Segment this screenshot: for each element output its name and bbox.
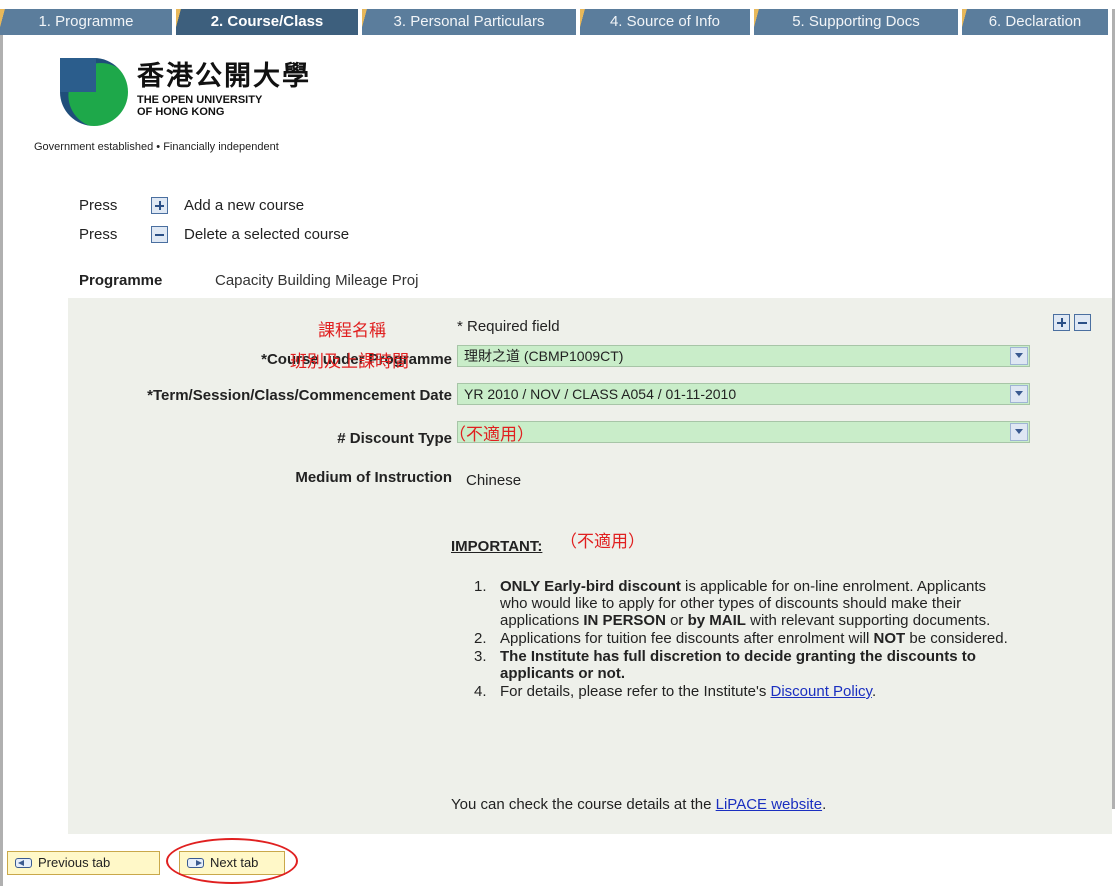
instruction-delete-row: Press Delete a selected course — [79, 223, 349, 245]
tab-label: 5. Supporting Docs — [792, 13, 920, 30]
tab-bar: 1. Programme 2. Course/Class 3. Personal… — [0, 0, 1115, 35]
minus-icon — [151, 225, 168, 243]
medium-label: Medium of Instruction — [295, 469, 452, 486]
rule-number: 3. — [474, 648, 487, 665]
rule-text-bold: by MAIL — [687, 612, 746, 629]
delete-course-instruction: Delete a selected course — [184, 225, 350, 243]
rule-text: or — [665, 612, 688, 629]
rule-text-bold: IN PERSON — [583, 612, 666, 629]
rule-text: . — [871, 683, 877, 700]
list-item: 4. For details, please refer to the Inst… — [474, 683, 1014, 700]
annotation-discount-na: （不適用） — [449, 425, 534, 445]
university-name-line-2: OF HONG KONG — [137, 106, 225, 118]
plus-icon — [151, 196, 168, 214]
tab-course-class[interactable]: 2. Course/Class — [176, 9, 362, 35]
annotation-class-time: 班別及上課時間 — [290, 352, 409, 372]
tab-personal-particulars[interactable]: 3. Personal Particulars — [362, 9, 580, 35]
tab-programme[interactable]: 1. Programme — [0, 9, 176, 35]
chevron-down-icon[interactable] — [1010, 347, 1028, 365]
tab-label: 4. Source of Info — [609, 13, 721, 30]
annotation-important-na: （不適用） — [560, 532, 645, 552]
rule-text: For details, please refer to the Institu… — [500, 683, 771, 700]
programme-value: Capacity Building Mileage Proj — [215, 272, 419, 289]
rule-number: 2. — [474, 630, 487, 647]
rule-text-bold: NOT — [873, 630, 906, 647]
tab-source-of-info[interactable]: 4. Source of Info — [580, 9, 754, 35]
university-tagline: Government established • Financially ind… — [34, 141, 279, 153]
university-name-chinese: 香港公開大學 — [137, 61, 311, 92]
delete-course-button[interactable] — [1074, 314, 1091, 331]
arrow-right-icon — [187, 858, 204, 868]
list-item: 1. ONLY Early-bird discount is applicabl… — [474, 578, 1014, 629]
add-course-button[interactable] — [1053, 314, 1070, 331]
university-name-english: THE OPEN UNIVERSITY OF HONG KONG — [137, 94, 262, 118]
course-select[interactable]: 理財之道 (CBMP1009CT) — [457, 345, 1030, 367]
rule-text-bold: ONLY Early-bird discount — [500, 578, 681, 595]
next-tab-label: Next tab — [210, 855, 259, 870]
frame-border-left — [0, 35, 3, 886]
term-select[interactable]: YR 2010 / NOV / CLASS A054 / 01-11-2010 — [457, 383, 1030, 405]
rule-number: 4. — [474, 683, 487, 700]
course-details-text: You can check the course details at the — [451, 796, 716, 813]
important-heading: IMPORTANT: — [451, 538, 543, 555]
arrow-left-icon — [15, 858, 32, 868]
term-label: *Term/Session/Class/Commencement Date — [147, 387, 452, 404]
press-label: Press — [79, 225, 118, 243]
previous-tab-label: Previous tab — [38, 855, 111, 870]
tab-label: 1. Programme — [38, 13, 134, 30]
next-tab-button[interactable]: Next tab — [179, 851, 285, 875]
tab-label: 2. Course/Class — [210, 13, 324, 30]
rule-text: Applications for tuition fee discounts a… — [500, 630, 874, 647]
discount-policy-link[interactable]: Discount Policy — [771, 683, 872, 700]
add-course-instruction: Add a new course — [184, 196, 305, 214]
discount-type-select[interactable] — [457, 421, 1030, 443]
chevron-down-icon[interactable] — [1010, 385, 1028, 403]
instruction-add-row: Press Add a new course — [79, 194, 304, 216]
rule-number: 1. — [474, 578, 487, 595]
required-field-note: * Required field — [457, 318, 560, 335]
chevron-down-icon[interactable] — [1010, 423, 1028, 441]
programme-label: Programme — [79, 272, 163, 289]
discount-type-label: # Discount Type — [337, 430, 452, 447]
university-name-line-1: THE OPEN UNIVERSITY — [137, 94, 263, 106]
rule-text-bold: The Institute has full discretion to dec… — [500, 648, 976, 682]
rule-text: be considered. — [905, 630, 1008, 647]
university-logo-square — [60, 58, 96, 92]
list-item: 3. The Institute has full discretion to … — [474, 648, 1014, 682]
tab-label: 3. Personal Particulars — [393, 13, 545, 30]
course-details-note: You can check the course details at the … — [451, 796, 826, 813]
press-label: Press — [79, 196, 118, 214]
list-item: 2. Applications for tuition fee discount… — [474, 630, 1014, 647]
annotation-course-name: 課程名稱 — [318, 321, 386, 341]
lipace-website-link[interactable]: LiPACE website — [716, 796, 822, 813]
course-select-value: 理財之道 (CBMP1009CT) — [464, 348, 624, 364]
important-rules-list: 1. ONLY Early-bird discount is applicabl… — [474, 578, 1014, 701]
tab-supporting-docs[interactable]: 5. Supporting Docs — [754, 9, 962, 35]
previous-tab-button[interactable]: Previous tab — [7, 851, 160, 875]
tab-declaration[interactable]: 6. Declaration — [962, 9, 1112, 35]
term-select-value: YR 2010 / NOV / CLASS A054 / 01-11-2010 — [464, 386, 737, 402]
rule-text: with relevant supporting documents. — [745, 612, 991, 629]
course-form-panel — [68, 298, 1112, 834]
course-details-end: . — [822, 796, 827, 813]
tab-label: 6. Declaration — [988, 13, 1082, 30]
medium-value: Chinese — [466, 472, 522, 489]
